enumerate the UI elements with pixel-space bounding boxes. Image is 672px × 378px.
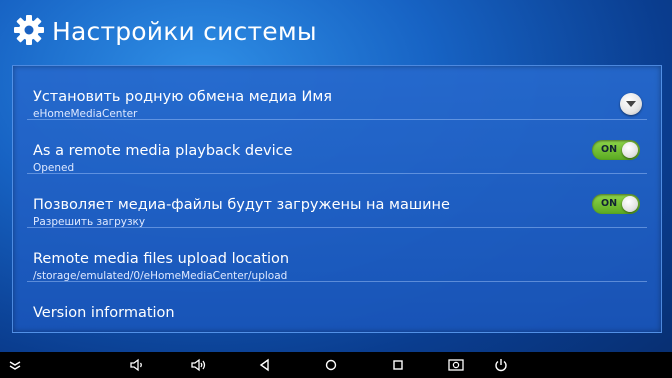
dropdown-arrow-icon[interactable] <box>620 93 642 115</box>
screenshot-icon[interactable] <box>447 356 465 374</box>
setting-remote-playback[interactable]: As a remote media playback device Opened… <box>13 120 661 174</box>
setting-title: Remote media files upload location <box>33 251 290 267</box>
setting-version-info[interactable]: Version information <box>13 282 661 332</box>
gear-icon <box>13 14 45 46</box>
back-icon[interactable] <box>256 356 274 374</box>
settings-panel: Установить родную обмена медиа Имя eHome… <box>12 65 662 333</box>
home-icon[interactable] <box>322 356 340 374</box>
setting-title: Позволяет медиа-файлы будут загружены на… <box>33 197 450 213</box>
setting-allow-upload[interactable]: Позволяет медиа-файлы будут загружены на… <box>13 174 661 228</box>
toggle-label: ON <box>601 198 618 209</box>
setting-title: Установить родную обмена медиа Имя <box>33 89 332 105</box>
recents-icon[interactable] <box>389 356 407 374</box>
power-icon[interactable] <box>492 356 510 374</box>
toggle-knob <box>622 142 638 158</box>
remote-playback-toggle[interactable]: ON <box>592 140 640 160</box>
setting-media-name[interactable]: Установить родную обмена медиа Имя eHome… <box>13 66 661 120</box>
allow-upload-toggle[interactable]: ON <box>592 194 640 214</box>
hide-bar-icon[interactable] <box>6 356 24 374</box>
toggle-label: ON <box>601 144 618 155</box>
navigation-bar <box>0 352 672 378</box>
setting-upload-location[interactable]: Remote media files upload location /stor… <box>13 228 661 282</box>
header: Настройки системы <box>0 0 672 62</box>
setting-title: Version information <box>33 305 175 321</box>
volume-down-icon[interactable] <box>128 356 146 374</box>
setting-title: As a remote media playback device <box>33 143 293 159</box>
toggle-knob <box>622 196 638 212</box>
page-title: Настройки системы <box>52 17 317 46</box>
volume-up-icon[interactable] <box>190 356 208 374</box>
